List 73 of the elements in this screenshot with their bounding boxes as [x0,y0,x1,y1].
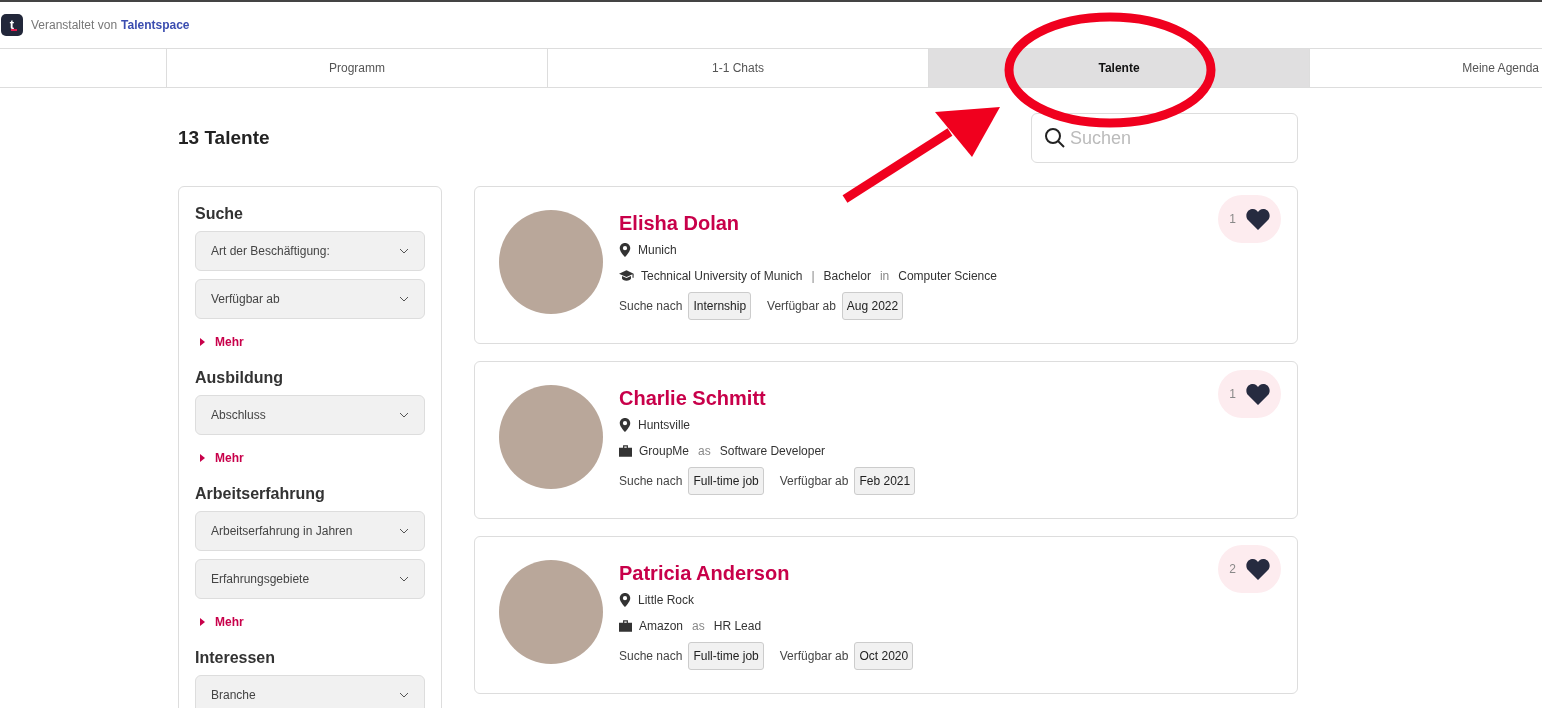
detail-text: Computer Science [898,267,997,285]
more-toggle[interactable]: Mehr [195,327,425,357]
filter-heading: Arbeitserfahrung [195,484,326,504]
chevron-down-icon [399,296,409,302]
talent-card[interactable]: Elisha Dolan Munich Technical University of Munich | Bachelor in Computer Science Suche nach Internship Verfügbar ab Aug 2022 1 [474,186,1298,344]
heart-icon [1245,383,1270,405]
detail-text: Bachelor [823,267,871,285]
chevron-down-icon [399,528,409,534]
detail-text: Software Developer [719,442,826,460]
heart-icon [1245,558,1270,580]
detail-text: Munich [638,241,677,259]
filter-dropdown[interactable]: Branche [195,675,425,708]
detail-text: Huntsville [638,416,691,434]
caret-right-icon [200,618,205,626]
more-toggle[interactable]: Mehr [195,607,425,637]
briefcase-icon [619,444,632,457]
filter-dropdown[interactable]: Abschluss [195,395,425,435]
date-tag: Feb 2021 [854,467,916,495]
heart-icon [1245,208,1270,230]
separator-text: in [878,267,891,285]
location-pin-icon [619,592,631,607]
filter-dropdown[interactable]: Arbeitserfahrung in Jahren [195,511,425,551]
search-icon [1044,127,1066,149]
detail-text: GroupMe [639,442,690,460]
search-field[interactable]: Suchen [1070,124,1270,152]
nav-tab[interactable]: Programm [166,49,547,87]
nav-tab[interactable]: Talente [928,49,1309,87]
search-box[interactable]: Suchen [1031,113,1298,163]
nav-tab[interactable]: Meine Agenda [1309,49,1542,87]
available-label: Verfügbar ab [767,298,836,315]
detail-text: Technical University of Munich [641,267,803,285]
talent-name[interactable]: Elisha Dolan [619,210,997,236]
job-type-tag: Internship [688,292,752,320]
looking-label: Suche nach [619,473,683,490]
filter-dropdown[interactable]: Verfügbar ab [195,279,425,319]
organizer-link[interactable]: Talentspace [121,16,190,34]
available-label: Verfügbar ab [779,648,849,665]
talent-name[interactable]: Patricia Anderson [619,560,914,586]
chevron-down-icon [399,692,409,698]
talent-name[interactable]: Charlie Schmitt [619,385,916,411]
location-pin-icon [619,242,631,257]
date-tag: Oct 2020 [854,642,914,670]
talent-card[interactable]: Charlie Schmitt Huntsville GroupMe as Software Developer Suche nach Full-time job Verfügbar ab Feb 2021 1 [474,361,1298,519]
graduation-cap-icon [619,270,634,281]
filter-heading: Suche [195,204,244,224]
separator-text: as [691,617,706,635]
app-logo: t [1,14,23,36]
caret-right-icon [200,338,205,346]
chevron-down-icon [399,412,409,418]
detail-text: Amazon [639,617,684,635]
date-tag: Aug 2022 [841,292,904,320]
organizer-text: Veranstaltet von [31,17,118,34]
location-pin-icon [619,417,631,432]
chevron-down-icon [399,576,409,582]
looking-label: Suche nach [619,298,683,315]
briefcase-icon [619,619,632,632]
filter-dropdown[interactable]: Erfahrungsgebiete [195,559,425,599]
talent-card[interactable]: Patricia Anderson Little Rock Amazon as HR Lead Suche nach Full-time job Verfügbar ab Oct 2020 2 [474,536,1298,694]
looking-label: Suche nach [619,648,683,665]
job-type-tag: Full-time job [688,467,764,495]
filter-dropdown[interactable]: Art der Beschäftigung: [195,231,425,271]
detail-text: Little Rock [638,591,695,609]
separator-text: as [697,442,712,460]
caret-right-icon [200,454,205,462]
filter-heading: Interessen [195,648,277,668]
chevron-down-icon [399,248,409,254]
page-title: 13 Talente [178,125,270,150]
job-type-tag: Full-time job [688,642,764,670]
separator-text: | [810,267,816,285]
more-toggle[interactable]: Mehr [195,443,425,473]
detail-text: HR Lead [713,617,762,635]
filter-heading: Ausbildung [195,368,284,388]
available-label: Verfügbar ab [779,473,849,490]
